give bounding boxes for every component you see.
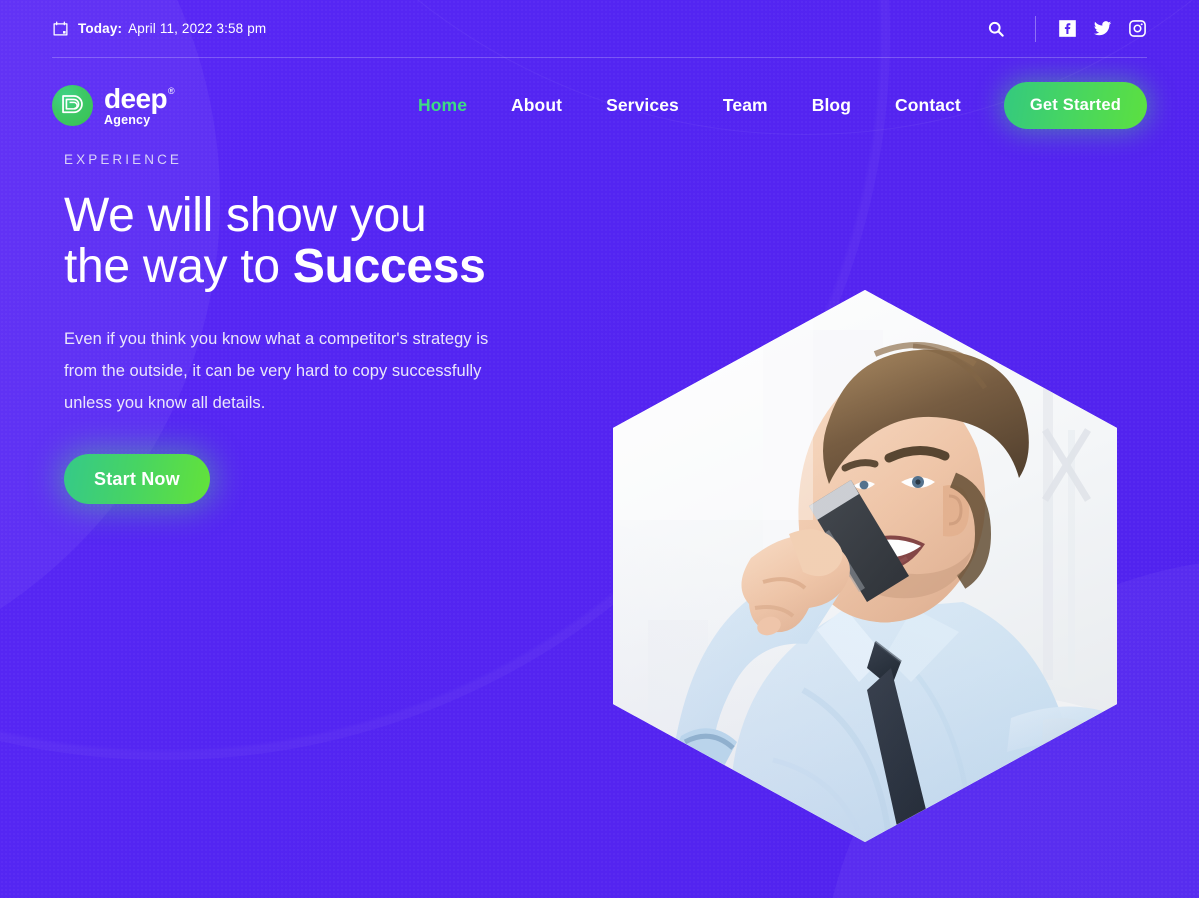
today-text: Today: April 11, 2022 3:58 pm	[78, 21, 266, 36]
hero-image-hexagon	[613, 290, 1117, 842]
twitter-icon[interactable]	[1093, 19, 1112, 38]
get-started-button[interactable]: Get Started	[1003, 81, 1147, 129]
hexagon-rounded-clip	[613, 290, 1117, 842]
hero-description: Even if you think you know what a compet…	[64, 329, 489, 413]
hero-title-line-2-light: the way to	[64, 240, 293, 294]
page-root: Today: April 11, 2022 3:58 pm deep® Agen…	[0, 0, 1199, 898]
hero-title-line-2-bold: Success	[292, 240, 486, 294]
instagram-icon[interactable]	[1128, 19, 1147, 38]
hero-copy: EXPERIENCE We will show you the way to S…	[64, 152, 584, 505]
top-actions	[981, 14, 1147, 44]
main-navbar: deep® Agency Home About Services Team Bl…	[52, 58, 1147, 152]
today-block: Today: April 11, 2022 3:58 pm	[52, 20, 266, 37]
registered-mark: ®	[167, 85, 175, 96]
brand-tagline: Agency	[104, 112, 151, 127]
brand-logo[interactable]: deep® Agency	[52, 82, 175, 127]
calendar-icon	[52, 20, 69, 37]
hero-title-line-1: We will show you	[64, 189, 427, 242]
hero-title: We will show you the way to Success	[64, 190, 584, 293]
nav-item-team[interactable]: Team	[701, 95, 790, 116]
nav-item-about[interactable]: About	[489, 95, 584, 116]
today-value: April 11, 2022 3:58 pm	[128, 21, 267, 36]
brand-name-text: deep	[104, 82, 168, 114]
hero-photo	[613, 290, 1117, 842]
nav-item-blog[interactable]: Blog	[790, 95, 873, 116]
today-label: Today:	[78, 21, 123, 36]
top-divider	[1035, 15, 1036, 42]
brand-name: deep®	[104, 82, 175, 114]
deep-logo-icon	[52, 84, 93, 126]
brand-wordmark: deep® Agency	[104, 82, 175, 127]
start-now-button[interactable]: Start Now	[64, 454, 210, 505]
primary-menu: Home About Services Team Blog Contact	[396, 95, 983, 116]
hexagon-mask	[613, 290, 1117, 842]
search-icon[interactable]	[981, 14, 1011, 44]
hero-eyebrow: EXPERIENCE	[64, 152, 183, 167]
facebook-icon[interactable]	[1058, 19, 1077, 38]
nav-item-services[interactable]: Services	[584, 95, 701, 116]
nav-item-home[interactable]: Home	[396, 95, 489, 116]
top-utility-bar: Today: April 11, 2022 3:58 pm	[52, 0, 1147, 57]
social-links	[1058, 19, 1147, 38]
nav-item-contact[interactable]: Contact	[873, 95, 983, 116]
